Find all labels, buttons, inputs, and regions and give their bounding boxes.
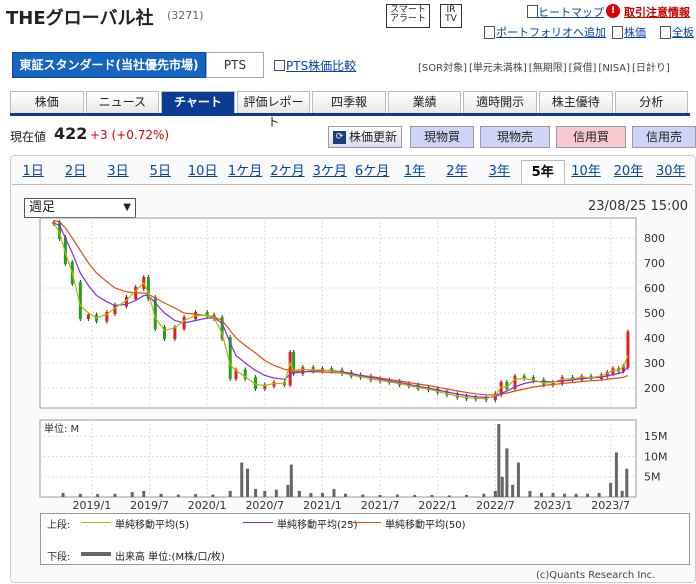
x-tick-label: 2022/7 bbox=[476, 499, 515, 512]
volume-bar bbox=[96, 494, 100, 497]
price-tick-label: 700 bbox=[644, 257, 665, 270]
chart-legend: 上段: 単純移動平均(5) 単純移動平均(25) 単純移動平均(50) 下段: … bbox=[40, 513, 690, 565]
price-tick-label: 200 bbox=[644, 382, 665, 395]
volume-bar bbox=[430, 494, 434, 497]
volume-bar bbox=[413, 494, 417, 497]
volume-bar bbox=[551, 492, 555, 497]
legend-volume-swatch bbox=[81, 552, 111, 556]
volume-bar bbox=[447, 495, 451, 497]
volume-bar bbox=[597, 492, 601, 497]
legend-ma5-label: 単純移動平均(5) bbox=[115, 520, 190, 531]
volume-bar bbox=[159, 493, 163, 497]
price-tick-label: 300 bbox=[644, 357, 665, 370]
volume-bar bbox=[274, 489, 278, 497]
volume-bar bbox=[493, 490, 497, 497]
volume-bar bbox=[142, 490, 146, 497]
x-tick-label: 2021/7 bbox=[361, 499, 400, 512]
volume-bar bbox=[395, 494, 399, 497]
volume-bar bbox=[586, 493, 590, 497]
volume-bar bbox=[130, 492, 134, 497]
volume-bar bbox=[332, 488, 336, 497]
volume-bar bbox=[61, 492, 65, 497]
volume-bar bbox=[176, 494, 180, 497]
x-tick-label: 2019/1 bbox=[73, 499, 112, 512]
volume-bar bbox=[320, 492, 324, 497]
volume-bar bbox=[78, 493, 82, 497]
volume-bar bbox=[246, 468, 250, 497]
volume-bar bbox=[609, 482, 613, 497]
volume-bar bbox=[297, 490, 301, 497]
volume-bar bbox=[289, 464, 293, 497]
price-tick-label: 800 bbox=[644, 232, 665, 245]
volume-bar bbox=[574, 493, 578, 497]
price-tick-label: 500 bbox=[644, 307, 665, 320]
volume-bar bbox=[528, 490, 532, 497]
legend-lower-label: 下段: bbox=[47, 552, 71, 563]
volume-bar bbox=[500, 476, 504, 497]
volume-bar bbox=[625, 468, 629, 497]
x-tick-label: 2021/1 bbox=[303, 499, 342, 512]
volume-bar bbox=[361, 494, 365, 497]
x-tick-label: 2020/7 bbox=[245, 499, 284, 512]
candle-body bbox=[626, 331, 630, 368]
x-tick-label: 2023/1 bbox=[534, 499, 573, 512]
volume-bar bbox=[563, 493, 567, 497]
volume-bar bbox=[286, 484, 290, 497]
volume-bar bbox=[309, 492, 313, 497]
legend-ma5-line bbox=[81, 522, 111, 523]
price-tick-label: 600 bbox=[644, 282, 665, 295]
candle-body bbox=[86, 314, 90, 319]
x-tick-label: 2019/7 bbox=[130, 499, 169, 512]
volume-bar bbox=[539, 492, 543, 497]
stock-chart: 800 700 600 500 400 300 200 2019/1 2019/7 2020/1 2… bbox=[39, 217, 668, 512]
legend-ma50-label: 単純移動平均(50) bbox=[385, 520, 466, 531]
volume-bar bbox=[113, 493, 117, 497]
volume-bar bbox=[194, 494, 198, 497]
legend-ma25-label: 単純移動平均(25) bbox=[277, 520, 358, 531]
volume-bar bbox=[511, 484, 515, 497]
volume-bar bbox=[497, 424, 501, 497]
legend-ma25-line bbox=[243, 522, 273, 523]
candle-body bbox=[301, 367, 305, 374]
volume-bar bbox=[240, 462, 244, 497]
volume-bar bbox=[614, 452, 618, 497]
x-tick-label: 2023/7 bbox=[591, 499, 630, 512]
volume-bar bbox=[378, 494, 382, 497]
x-tick-label: 2022/1 bbox=[418, 499, 457, 512]
volume-bar bbox=[516, 462, 520, 497]
x-tick-label: 2020/1 bbox=[188, 499, 227, 512]
price-tick-label: 400 bbox=[644, 332, 665, 345]
volume-bar bbox=[228, 490, 232, 497]
volume-bar bbox=[254, 488, 258, 497]
volume-unit-label: 単位: M bbox=[44, 422, 79, 435]
legend-volume-label: 出来高 単位:(M株/口/枚) bbox=[115, 552, 225, 563]
volume-tick-label: 5M bbox=[644, 471, 661, 484]
volume-bar bbox=[263, 490, 267, 497]
volume-bar bbox=[211, 494, 215, 497]
volume-bar bbox=[482, 493, 486, 497]
volume-tick-label: 15M bbox=[644, 430, 668, 443]
legend-ma50-line bbox=[351, 522, 381, 523]
copyright: (c)Quants Research Inc. bbox=[536, 570, 656, 581]
legend-upper-label: 上段: bbox=[47, 520, 71, 531]
volume-bar bbox=[505, 448, 509, 497]
volume-bar bbox=[343, 493, 347, 497]
volume-bar bbox=[465, 494, 469, 497]
volume-tick-label: 10M bbox=[644, 450, 668, 463]
volume-panel bbox=[39, 419, 637, 498]
volume-bar bbox=[620, 490, 624, 497]
